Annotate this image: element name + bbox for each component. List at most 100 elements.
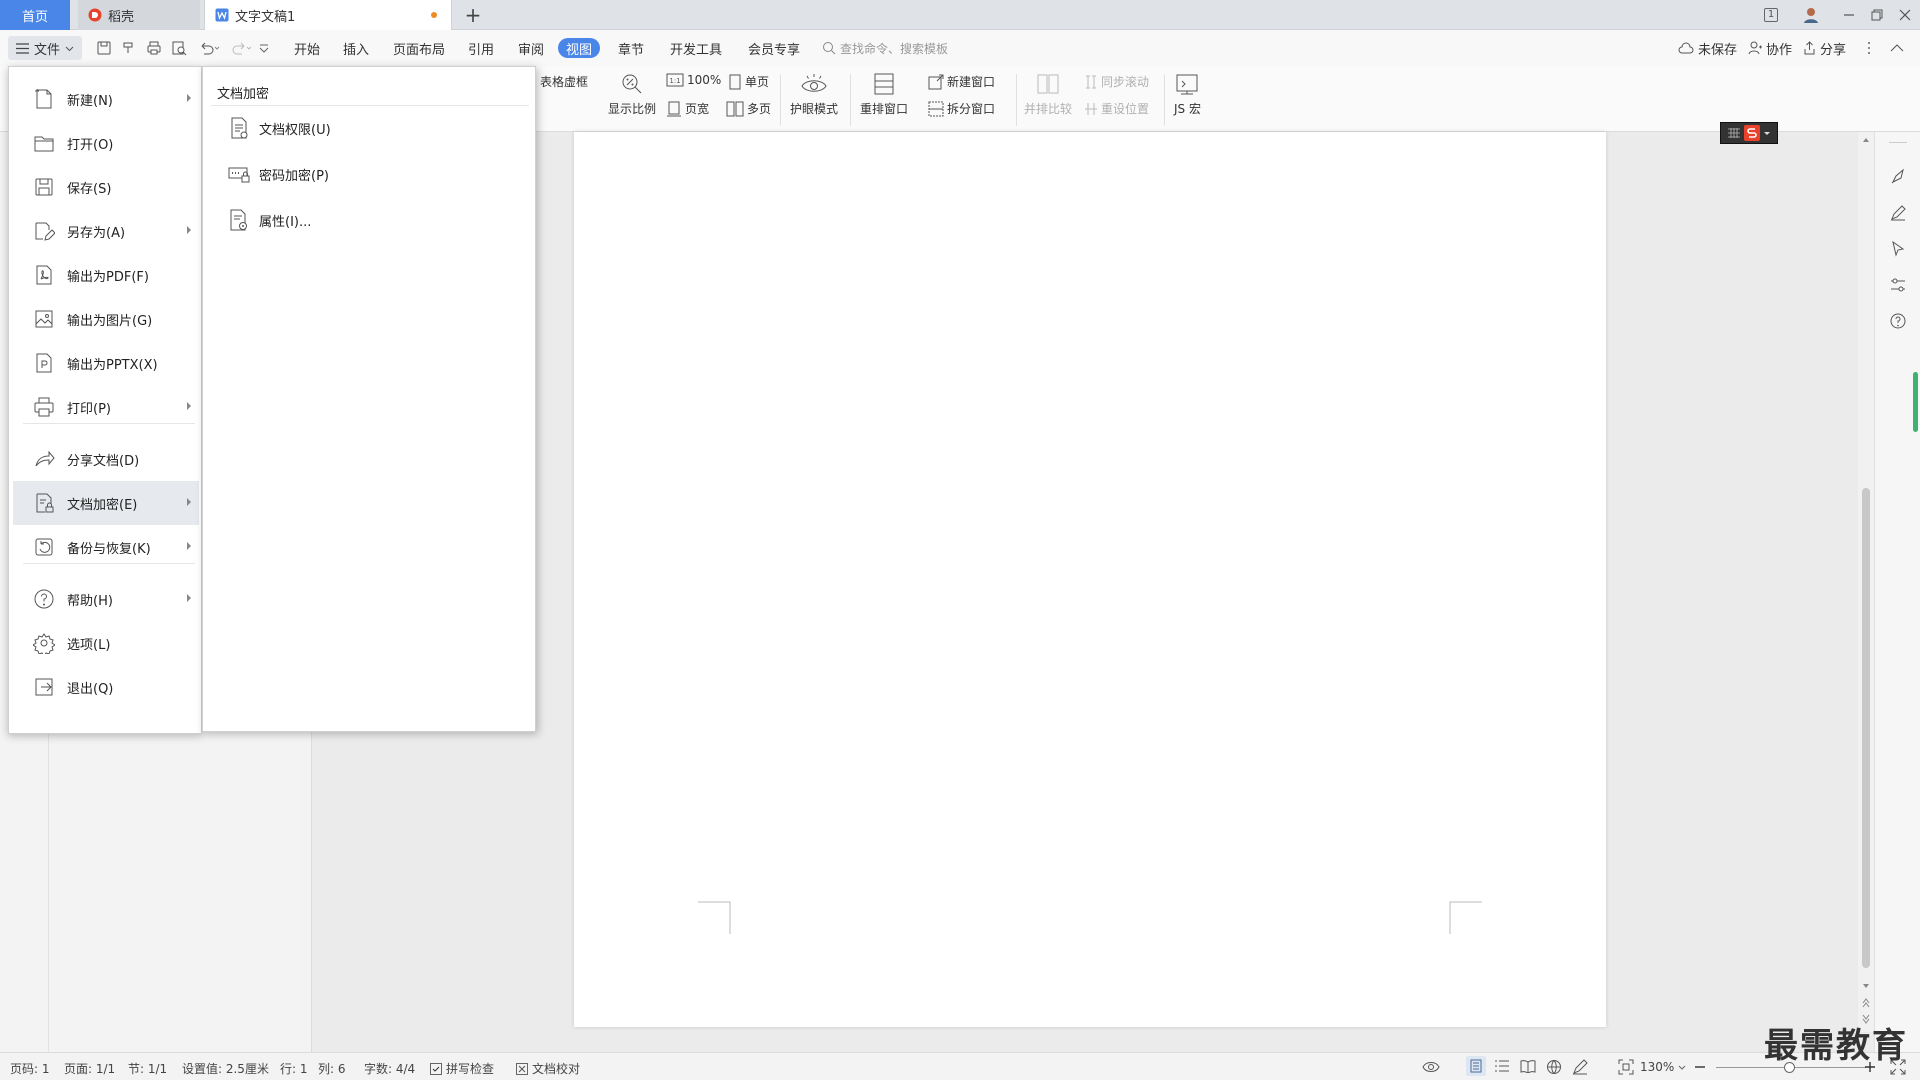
page-width-button[interactable]: 页宽 xyxy=(666,100,709,117)
more-options-button[interactable] xyxy=(1866,38,1872,58)
web-view-icon[interactable] xyxy=(1546,1059,1562,1075)
status-col[interactable]: 列: 6 xyxy=(318,1060,346,1077)
submenu-item-label: 密码加密(P) xyxy=(259,168,329,184)
tab-view[interactable]: 视图 xyxy=(558,38,601,58)
sliders-icon[interactable] xyxy=(1889,276,1907,294)
doc-proofread-button[interactable]: 文档校对 xyxy=(516,1060,580,1077)
collapse-ribbon-button[interactable] xyxy=(1890,38,1904,58)
eye-mode-button[interactable]: 护眼模式 xyxy=(790,72,838,117)
submenu-item-password-lock[interactable]: 密码加密(P) xyxy=(227,161,329,187)
document-page[interactable] xyxy=(574,132,1606,1027)
tab-member[interactable]: 会员专享 xyxy=(748,38,800,58)
close-button[interactable] xyxy=(1894,4,1916,26)
file-menu-item-help[interactable]: 帮助(H) xyxy=(13,577,199,621)
submenu-arrow-icon xyxy=(187,542,191,550)
status-words[interactable]: 字数: 4/4 xyxy=(364,1060,415,1077)
tab-home[interactable]: 首页 xyxy=(0,0,70,30)
table-frame-toggle[interactable]: 表格虚框 xyxy=(540,73,588,90)
tab-home-label: 首页 xyxy=(21,9,48,25)
rocket-icon[interactable] xyxy=(1889,168,1907,186)
tab-daoke[interactable]: 稻壳 xyxy=(78,0,200,30)
submenu-item-properties[interactable]: 属性(I)... xyxy=(227,207,311,233)
redo-button[interactable] xyxy=(230,38,252,58)
sync-scroll-button[interactable]: 同步滚动 xyxy=(1084,73,1149,90)
file-menu-item-pptx[interactable]: 输出为PPTX(X) xyxy=(13,341,199,385)
file-menu-item-new-doc[interactable]: 新建(N) xyxy=(13,77,199,121)
customize-chevron-icon xyxy=(259,44,269,53)
outline-view-icon[interactable] xyxy=(1494,1059,1510,1073)
quick-save-button[interactable] xyxy=(96,38,112,58)
status-section[interactable]: 节: 1/1 xyxy=(128,1060,167,1077)
help-icon[interactable] xyxy=(1889,312,1907,330)
page-view-button[interactable] xyxy=(1466,1056,1486,1076)
zoom-level-dropdown[interactable]: 130% xyxy=(1640,1060,1686,1074)
scrollbar-thumb[interactable] xyxy=(1862,488,1870,968)
zoom-ratio-button[interactable]: 显示比例 xyxy=(608,72,656,117)
submenu-arrow-icon xyxy=(187,594,191,602)
multi-page-button[interactable]: 多页 xyxy=(726,100,771,117)
zoom-100-button[interactable]: 1:1 100% xyxy=(666,73,721,87)
status-page[interactable]: 页面: 1/1 xyxy=(64,1060,115,1077)
spell-check-toggle[interactable]: 拼写检查 xyxy=(430,1060,494,1077)
cursor-icon[interactable] xyxy=(1889,240,1907,258)
file-menu-dropdown: 新建(N) 打开(O) 保存(S) 另存为(A) 输出为PDF(F) 输出为图片(G) 输出… xyxy=(8,66,202,734)
unsaved-button[interactable]: 未保存 xyxy=(1678,38,1737,58)
status-setting[interactable]: 设置值: 2.5厘米 xyxy=(182,1060,269,1077)
minimize-button[interactable] xyxy=(1838,4,1860,26)
file-menu-item-encrypt[interactable]: 文档加密(E) xyxy=(13,481,199,525)
new-window-button[interactable]: 新建窗口 xyxy=(928,73,995,90)
print-preview-button[interactable] xyxy=(171,38,187,58)
share-button[interactable]: 分享 xyxy=(1802,38,1846,58)
pen-icon[interactable] xyxy=(1889,204,1907,222)
js-macro-button[interactable]: JS 宏 xyxy=(1174,72,1201,117)
reset-position-button[interactable]: 重设位置 xyxy=(1084,100,1149,117)
file-menu-item-share[interactable]: 分享文档(D) xyxy=(13,437,199,481)
tab-chapter[interactable]: 章节 xyxy=(618,38,644,58)
collaborate-button[interactable]: 协作 xyxy=(1748,38,1792,58)
rearrange-window-button[interactable]: 重排窗口 xyxy=(860,72,908,117)
sync-scroll-icon xyxy=(1086,75,1096,88)
single-page-button[interactable]: 单页 xyxy=(728,73,769,90)
eye-mode-status-icon[interactable] xyxy=(1422,1059,1440,1073)
submenu-item-doc-permission[interactable]: 文档权限(U) xyxy=(227,115,331,141)
file-menu-item-save-as[interactable]: 另存为(A) xyxy=(13,209,199,253)
tab-page-layout[interactable]: 页面布局 xyxy=(393,38,445,58)
vertical-scrollbar[interactable] xyxy=(1858,132,1874,1032)
file-menu-button[interactable]: 文件 xyxy=(8,36,82,60)
customize-toolbar-button[interactable] xyxy=(258,38,270,58)
quick-print-button[interactable] xyxy=(146,38,162,58)
restore-button[interactable] xyxy=(1866,4,1888,26)
file-menu-item-save[interactable]: 保存(S) xyxy=(13,165,199,209)
reading-view-icon[interactable] xyxy=(1520,1059,1536,1073)
side-panel-indicator[interactable] xyxy=(1913,372,1918,432)
tab-references[interactable]: 引用 xyxy=(468,38,494,58)
command-search[interactable]: 查找命令、搜索模板 xyxy=(822,38,948,58)
file-menu-item-pdf[interactable]: 输出为PDF(F) xyxy=(13,253,199,297)
avatar[interactable] xyxy=(1800,4,1822,26)
format-painter-button[interactable] xyxy=(121,38,137,58)
file-menu-label: 文件 xyxy=(34,42,61,58)
write-mode-icon[interactable] xyxy=(1572,1059,1588,1075)
unsaved-dot-icon xyxy=(431,12,437,18)
file-menu-item-image[interactable]: 输出为图片(G) xyxy=(13,297,199,341)
multi-page-icon xyxy=(726,101,744,116)
tab-developer[interactable]: 开发工具 xyxy=(670,38,722,58)
file-menu-item-folder[interactable]: 打开(O) xyxy=(13,121,199,165)
file-menu-item-gear[interactable]: 选项(L) xyxy=(13,621,199,665)
tab-review[interactable]: 审阅 xyxy=(518,38,544,58)
status-page-code[interactable]: 页码: 1 xyxy=(10,1060,50,1077)
split-window-button[interactable]: 拆分窗口 xyxy=(928,100,995,117)
window-badge-button[interactable]: 1 xyxy=(1760,4,1782,26)
fit-page-icon[interactable] xyxy=(1618,1059,1634,1075)
user-icon xyxy=(1748,41,1762,55)
tab-insert[interactable]: 插入 xyxy=(343,38,369,58)
status-row[interactable]: 行: 1 xyxy=(280,1060,308,1077)
tab-start[interactable]: 开始 xyxy=(294,38,320,58)
side-by-side-button[interactable]: 并排比较 xyxy=(1024,72,1072,117)
input-method-bar[interactable] xyxy=(1720,122,1778,144)
file-menu-item-exit[interactable]: 退出(Q) xyxy=(13,665,199,709)
undo-button[interactable] xyxy=(198,38,220,58)
new-tab-button[interactable]: + xyxy=(462,3,484,27)
tab-document[interactable]: 文字文稿1 xyxy=(204,0,452,30)
zoom-out-icon[interactable] xyxy=(1694,1061,1706,1073)
